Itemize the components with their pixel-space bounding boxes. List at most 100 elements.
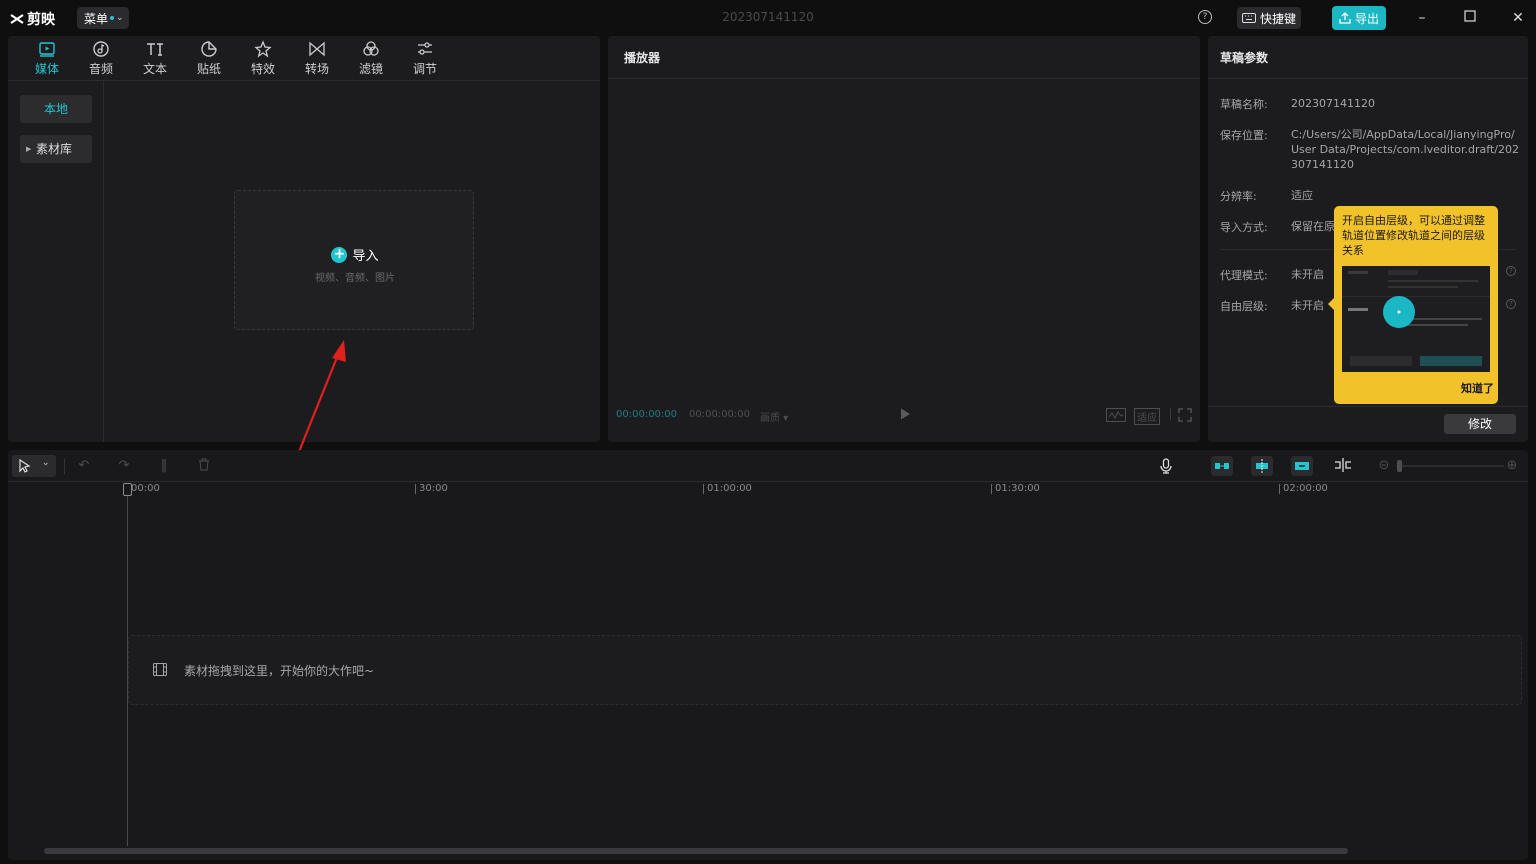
quality-dropdown[interactable]: 画质 ▾ (760, 409, 788, 424)
select-tool-dropdown[interactable]: ⌄ (12, 455, 56, 477)
current-timecode: 00:00:00:00 (616, 409, 678, 420)
draft-path-label: 保存位置: (1220, 129, 1268, 142)
track-drop-hint: 素材拖拽到这里，开始你的大作吧~ (184, 664, 375, 678)
import-label: 导入 (352, 249, 379, 264)
main-track-magnet-toggle[interactable] (1211, 456, 1233, 476)
player-panel: 播放器 00:00:00:00 00:00:00:00 画质 ▾ 适应 (608, 36, 1200, 442)
draft-import-label: 导入方式: (1220, 221, 1268, 234)
draft-name-label: 草稿名称: (1220, 98, 1268, 111)
tab-sticker-label: 贴纸 (196, 61, 221, 76)
import-dropzone[interactable]: + 导入 视频、音频、图片 (234, 190, 474, 330)
timeline-panel: ⌄ ↶ ↷ ‖ ⊝ ⊕ 00:00 30:00 01:00:00 01:30:0… (8, 450, 1528, 860)
tab-transition-label: 转场 (304, 61, 329, 76)
media-tabs: 媒体 音频 文本 贴纸 特效 转场 滤镜 调节 (8, 36, 600, 80)
chevron-down-icon: ⌄ (42, 458, 50, 468)
ruler-tick (1279, 484, 1280, 494)
sidebar-item-local[interactable]: 本地 (20, 95, 92, 123)
tab-text-label: 文本 (142, 61, 167, 76)
tab-effects-label: 特效 (250, 61, 275, 76)
microphone-icon[interactable] (1158, 458, 1174, 474)
horizontal-scrollbar[interactable] (44, 848, 1348, 854)
waveform-icon[interactable] (1106, 408, 1126, 422)
tab-audio-label: 音频 (88, 61, 113, 76)
draft-title: 草稿参数 (1220, 51, 1269, 65)
keyboard-icon (1241, 13, 1256, 23)
update-dot (110, 16, 115, 20)
app-logo-text: 剪映 (27, 12, 55, 28)
tooltip-text: 开启自由层级，可以通过调整轨道位置修改轨道之间的层级关系 (1342, 214, 1485, 257)
draft-path-value: C:/Users/公司/AppData/Local/JianyingPro/Us… (1291, 128, 1519, 171)
tab-sticker[interactable]: 贴纸 (182, 36, 236, 80)
adjust-icon (418, 41, 432, 55)
link-icon (1295, 462, 1309, 470)
tab-transition[interactable]: 转场 (290, 36, 344, 80)
auto-snap-toggle[interactable] (1251, 456, 1273, 476)
modify-button[interactable]: 修改 (1444, 414, 1516, 434)
playhead-handle[interactable] (123, 483, 132, 496)
filter-icon (363, 40, 379, 56)
plus-icon: + (331, 246, 348, 263)
zoom-slider[interactable] (1396, 465, 1504, 467)
menu-label: 菜单 (84, 11, 109, 26)
tab-text[interactable]: 文本 (128, 36, 182, 80)
undo-icon[interactable]: ↶ (76, 458, 92, 474)
tab-adjust-label: 调节 (412, 61, 437, 76)
text-icon (147, 42, 163, 56)
tab-filter[interactable]: 滤镜 (344, 36, 398, 80)
media-panel: 媒体 音频 文本 贴纸 特效 转场 滤镜 调节 本地 ▶ 素材库 + 导入 视频… (8, 36, 600, 475)
export-icon (1339, 12, 1351, 24)
maximize-icon[interactable] (1462, 10, 1478, 26)
zoom-out-icon[interactable]: ⊝ (1376, 458, 1392, 474)
draft-proxy-label: 代理模式: (1220, 269, 1268, 282)
play-icon[interactable] (898, 407, 912, 421)
tab-effects[interactable]: 特效 (236, 36, 290, 80)
ruler-label: 00:00 (131, 483, 160, 494)
menu-button[interactable]: 菜单 ⌄ (77, 7, 129, 29)
player-controls: 00:00:00:00 00:00:00:00 画质 ▾ 适应 (608, 406, 1200, 426)
film-icon (153, 663, 167, 676)
layer-help-icon[interactable]: ? (1506, 299, 1516, 309)
tooltip-got-it-button[interactable]: 知道了 (1461, 380, 1494, 396)
quality-label: 画质 (760, 413, 780, 424)
title-bar: 剪映 菜单 ⌄ 202307141120 ? 快捷键 导出 – ✕ (0, 0, 1536, 36)
sticker-icon (201, 40, 217, 57)
export-button[interactable]: 导出 (1332, 6, 1386, 30)
caret-right-icon: ▶ (26, 145, 32, 153)
timeline-ruler[interactable]: 00:00 30:00 01:00:00 01:30:00 02:00:00 (8, 482, 1528, 496)
tab-adjust[interactable]: 调节 (398, 36, 452, 80)
draft-resolution-label: 分辨率: (1220, 190, 1257, 203)
app-logo: 剪映 (10, 9, 55, 29)
zoom-slider-handle[interactable] (1397, 460, 1402, 472)
divider (608, 78, 1200, 79)
divider (1208, 78, 1528, 79)
ruler-label: 01:00:00 (707, 483, 752, 494)
track-dropzone[interactable]: 素材拖拽到这里，开始你的大作吧~ (128, 635, 1522, 705)
proxy-help-icon[interactable]: ? (1506, 266, 1516, 276)
divider (1208, 406, 1528, 407)
tab-audio[interactable]: 音频 (74, 36, 128, 80)
total-timecode: 00:00:00:00 (689, 409, 751, 420)
import-button[interactable]: + 导入 (235, 245, 475, 264)
redo-icon[interactable]: ↷ (116, 458, 132, 474)
fit-ratio-button[interactable]: 适应 (1134, 408, 1160, 425)
import-hint: 视频、音频、图片 (315, 273, 395, 284)
close-icon[interactable]: ✕ (1510, 10, 1526, 26)
tab-media[interactable]: 媒体 (20, 36, 74, 80)
draft-layer-label: 自由层级: (1220, 300, 1268, 313)
minimize-icon[interactable]: – (1414, 10, 1430, 26)
media-sidebar: 本地 ▶ 素材库 (8, 80, 104, 442)
help-icon[interactable]: ? (1198, 10, 1212, 24)
sidebar-item-library[interactable]: ▶ 素材库 (20, 135, 92, 163)
divider (64, 458, 65, 474)
split-icon[interactable]: ‖ (156, 458, 172, 474)
shortcut-label: 快捷键 (1259, 11, 1296, 26)
preview-axis-icon[interactable] (1334, 458, 1351, 474)
fullscreen-icon[interactable] (1178, 408, 1192, 422)
snap-icon (1256, 459, 1268, 473)
delete-icon[interactable] (196, 458, 212, 474)
shortcut-button[interactable]: 快捷键 (1237, 7, 1301, 29)
zoom-in-icon[interactable]: ⊕ (1504, 458, 1520, 474)
tab-media-label: 媒体 (34, 61, 59, 76)
cursor-icon (19, 459, 31, 473)
linkage-toggle[interactable] (1291, 456, 1313, 476)
